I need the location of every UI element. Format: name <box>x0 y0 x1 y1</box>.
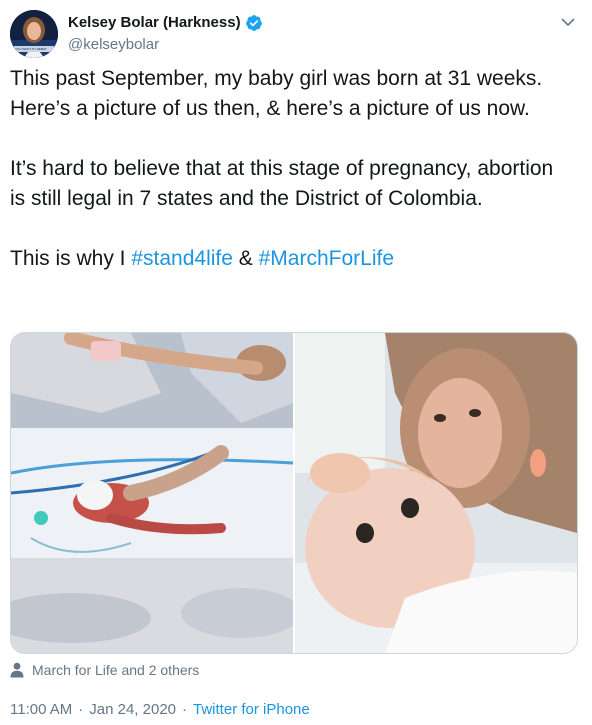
media-grid <box>10 332 578 654</box>
tagged-people[interactable]: March for Life and 2 others <box>10 662 199 678</box>
tweet-date[interactable]: Jan 24, 2020 <box>89 701 176 718</box>
tweet-text-span: & <box>232 247 259 270</box>
verified-badge-icon <box>245 15 262 31</box>
tweet-paragraph: This past September, my baby girl was bo… <box>10 67 543 120</box>
hashtag-link[interactable]: #stand4life <box>131 247 233 270</box>
tweet-paragraph: This is why I #stand4life & #MarchForLif… <box>10 244 570 274</box>
tweet-paragraph: It’s hard to believe that at this stage … <box>10 157 554 210</box>
tagged-label: March for Life and 2 others <box>32 662 200 678</box>
tweet-card: YOU WANT TO DEBAT Kelsey Bolar (Harkness… <box>0 0 592 725</box>
tweet-source-link[interactable]: Twitter for iPhone <box>193 701 310 718</box>
tweet-text: This past September, my baby girl was bo… <box>10 64 570 274</box>
avatar[interactable]: YOU WANT TO DEBAT <box>10 10 58 58</box>
author-block: Kelsey Bolar (Harkness) @kelseybolar <box>68 13 263 55</box>
meta-separator: · <box>78 701 84 718</box>
tweet-meta: 11:00 AM · Jan 24, 2020 · Twitter for iP… <box>10 701 310 718</box>
tweet-time[interactable]: 11:00 AM <box>10 701 72 718</box>
meta-separator: · <box>182 701 188 718</box>
tweet-text-span: This is why I <box>10 247 132 270</box>
avatar-caption: YOU WANT TO DEBAT <box>15 47 47 51</box>
person-icon <box>10 662 24 678</box>
hashtag-link[interactable]: #MarchForLife <box>259 247 394 270</box>
handle[interactable]: @kelseybolar <box>68 35 263 55</box>
photo-mother-baby[interactable] <box>295 333 577 653</box>
chevron-down-icon[interactable] <box>560 14 576 30</box>
name-row: Kelsey Bolar (Harkness) <box>68 13 263 33</box>
photo-nicu[interactable] <box>11 333 293 653</box>
display-name[interactable]: Kelsey Bolar (Harkness) <box>68 13 241 33</box>
